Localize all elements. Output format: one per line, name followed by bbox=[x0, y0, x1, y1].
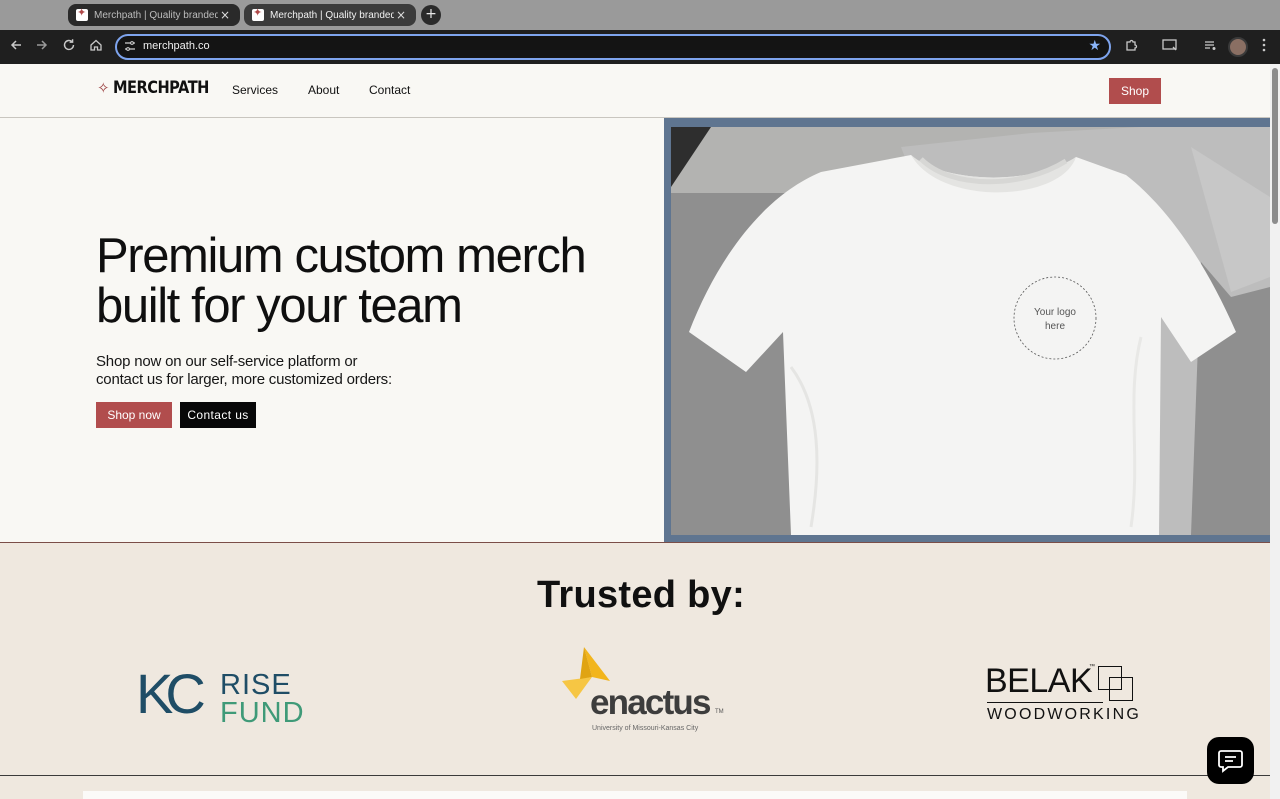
belak-rule bbox=[987, 702, 1103, 703]
close-icon[interactable]: × bbox=[218, 8, 232, 22]
tab-title: Merchpath | Quality branded bbox=[94, 9, 218, 21]
shop-button[interactable]: Shop bbox=[1109, 78, 1161, 104]
nav-link-about[interactable]: About bbox=[308, 83, 339, 97]
puzzle-icon[interactable] bbox=[1122, 38, 1140, 56]
sparkle-logo-icon: ✧ bbox=[97, 79, 110, 97]
browser-tab-active[interactable]: Merchpath | Quality branded × bbox=[244, 4, 416, 26]
belak-trademark: ™ bbox=[1089, 664, 1095, 670]
next-section-card bbox=[83, 791, 1187, 799]
headline-line: Premium custom merch bbox=[96, 229, 587, 283]
trusted-title: Trusted by: bbox=[536, 574, 746, 616]
enactus-trademark: TM bbox=[715, 709, 724, 715]
new-tab-button[interactable]: + bbox=[421, 5, 441, 25]
enactus-logo: enactus TM University of Missouri-Kansas… bbox=[562, 647, 732, 739]
logo-placeholder-line: Your logo bbox=[1034, 307, 1076, 318]
logo-placeholder-line: here bbox=[1045, 321, 1065, 332]
site-settings-icon[interactable] bbox=[123, 40, 137, 54]
browser-tab[interactable]: Merchpath | Quality branded × bbox=[68, 4, 240, 26]
home-icon[interactable] bbox=[87, 38, 105, 56]
favicon-icon bbox=[76, 6, 88, 21]
belak-name: BELAK bbox=[985, 662, 1093, 700]
belak-subtitle: WOODWORKING bbox=[987, 706, 1141, 723]
next-section bbox=[0, 776, 1270, 799]
favicon-icon bbox=[252, 6, 264, 21]
back-arrow-icon[interactable] bbox=[7, 38, 25, 56]
chat-widget-button[interactable] bbox=[1207, 737, 1254, 784]
kebab-menu-icon[interactable] bbox=[1255, 38, 1273, 56]
address-bar[interactable]: merchpath.co ★ bbox=[115, 34, 1111, 60]
contact-us-button[interactable]: Contact us bbox=[180, 402, 256, 428]
site-logo[interactable]: ✧ MERCHPATH bbox=[97, 78, 224, 98]
shop-now-button[interactable]: Shop now bbox=[96, 402, 172, 428]
belak-square-icon bbox=[1109, 677, 1133, 701]
subtext-line: contact us for larger, more customized o… bbox=[96, 371, 392, 388]
headline-line: built for your team bbox=[96, 279, 463, 333]
kc-fund-text: FUND bbox=[220, 697, 305, 729]
enactus-subtitle: University of Missouri-Kansas City bbox=[592, 725, 699, 732]
hero-subtext: Shop now on our self-service platform or… bbox=[96, 353, 416, 389]
address-url[interactable]: merchpath.co bbox=[143, 40, 210, 52]
forward-arrow-icon[interactable] bbox=[33, 38, 51, 56]
tshirt-photo: Your logo here bbox=[671, 127, 1270, 535]
page-scrollbar[interactable] bbox=[1270, 64, 1280, 799]
tshirt-illustration: Your logo here bbox=[671, 127, 1270, 535]
star-icon[interactable]: ★ bbox=[1088, 38, 1101, 54]
cast-icon[interactable] bbox=[1161, 38, 1179, 56]
subtext-line: Shop now on our self-service platform or bbox=[96, 353, 358, 370]
nav-link-contact[interactable]: Contact bbox=[369, 83, 410, 97]
enactus-wordmark: enactus bbox=[590, 683, 711, 722]
profile-avatar[interactable] bbox=[1228, 37, 1248, 57]
reload-icon[interactable] bbox=[60, 38, 78, 56]
hero-headline: Premium custom merch built for your team bbox=[96, 229, 587, 333]
tab-title: Merchpath | Quality branded bbox=[270, 9, 394, 21]
web-page: ✧ MERCHPATH Services About Contact Shop … bbox=[0, 64, 1270, 799]
hero-image-frame: Your logo here bbox=[664, 118, 1270, 542]
kc-rise-fund-logo: KC RISE FUND bbox=[136, 664, 304, 730]
close-icon[interactable]: × bbox=[394, 8, 408, 22]
logo-text: MERCHPATH bbox=[112, 78, 209, 98]
site-header: ✧ MERCHPATH Services About Contact Shop bbox=[0, 64, 1270, 118]
hero-section: Premium custom merch built for your team… bbox=[0, 118, 664, 542]
kc-letters: KC bbox=[136, 662, 206, 725]
browser-tab-strip: Merchpath | Quality branded × Merchpath … bbox=[0, 0, 1280, 30]
media-queue-icon[interactable] bbox=[1201, 38, 1219, 56]
chat-icon bbox=[1218, 750, 1243, 773]
kc-rise-text: RISE bbox=[220, 669, 292, 701]
belak-woodworking-logo: BELAK ™ WOODWORKING bbox=[985, 664, 1145, 728]
scrollbar-thumb[interactable] bbox=[1272, 68, 1278, 224]
nav-link-services[interactable]: Services bbox=[232, 83, 278, 97]
trusted-by-section: Trusted by: KC RISE FUND enactus TM Univ… bbox=[0, 543, 1270, 775]
